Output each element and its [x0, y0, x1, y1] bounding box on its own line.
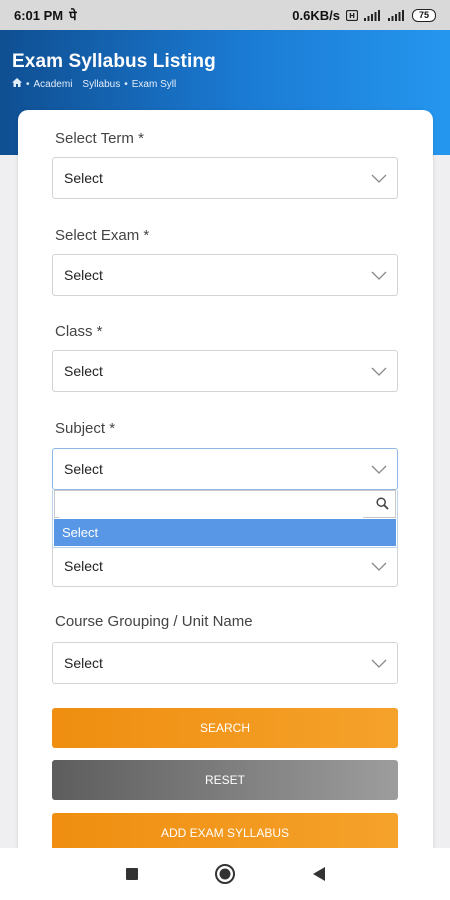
exam-label: Select Exam *	[55, 227, 150, 244]
search-button[interactable]: SEARCH	[52, 708, 398, 748]
add-exam-syllabus-button[interactable]: ADD EXAM SYLLABUS	[52, 813, 398, 853]
exam-select-value: Select	[64, 267, 103, 283]
form-card: Select Term * Select Select Exam * Selec…	[18, 110, 433, 870]
chevron-down-icon	[371, 462, 387, 478]
subject-dropdown: Select	[52, 490, 398, 548]
page-title: Exam Syllabus Listing	[12, 51, 216, 72]
chevron-down-icon	[371, 559, 387, 575]
subject-select-value: Select	[64, 461, 103, 477]
circle-home-icon[interactable]	[213, 862, 237, 886]
stop-square-icon[interactable]	[120, 862, 144, 886]
breadcrumb-item[interactable]: Syllabus	[82, 79, 120, 90]
svg-text:H: H	[349, 12, 355, 20]
chapter-select-value: Select	[64, 558, 103, 574]
term-select[interactable]: Select	[52, 157, 398, 199]
status-bar: 6:01 PM पे 0.6KB/s H 75	[0, 0, 450, 30]
battery-icon: 75	[412, 8, 436, 22]
dropdown-option[interactable]: Select	[54, 519, 396, 546]
course-grouping-select[interactable]: Select	[52, 642, 398, 684]
data-saver-icon: H	[346, 9, 358, 21]
status-extra: पे	[69, 8, 77, 23]
network-speed: 0.6KB/s	[292, 7, 340, 23]
exam-select[interactable]: Select	[52, 254, 398, 296]
class-select-value: Select	[64, 363, 103, 379]
home-icon[interactable]	[12, 78, 22, 90]
subject-label: Subject *	[55, 420, 116, 437]
chevron-down-icon	[371, 268, 387, 284]
search-icon	[376, 497, 389, 515]
dropdown-search-input[interactable]	[59, 492, 363, 518]
signal-icon	[364, 9, 382, 21]
breadcrumb-item[interactable]: Academi	[34, 79, 73, 90]
system-nav-bar	[0, 848, 450, 900]
subject-select[interactable]: Select	[52, 448, 398, 490]
chevron-down-icon	[371, 364, 387, 380]
status-time: 6:01 PM	[14, 7, 64, 23]
term-select-value: Select	[64, 170, 103, 186]
course-grouping-select-value: Select	[64, 655, 103, 671]
breadcrumb-item[interactable]: Exam Syll	[132, 79, 176, 90]
breadcrumb: • Academi Syllabus • Exam Syll	[12, 78, 176, 90]
course-grouping-label: Course Grouping / Unit Name	[55, 613, 253, 630]
chevron-down-icon	[371, 656, 387, 672]
dropdown-search-box	[54, 490, 396, 518]
class-label: Class *	[55, 323, 103, 340]
reset-button[interactable]: RESET	[52, 760, 398, 800]
term-label: Select Term *	[55, 130, 144, 147]
class-select[interactable]: Select	[52, 350, 398, 392]
signal-2-icon	[388, 9, 406, 21]
chevron-down-icon	[371, 171, 387, 187]
back-triangle-icon[interactable]	[307, 862, 331, 886]
chapter-select[interactable]: Select	[52, 545, 398, 587]
